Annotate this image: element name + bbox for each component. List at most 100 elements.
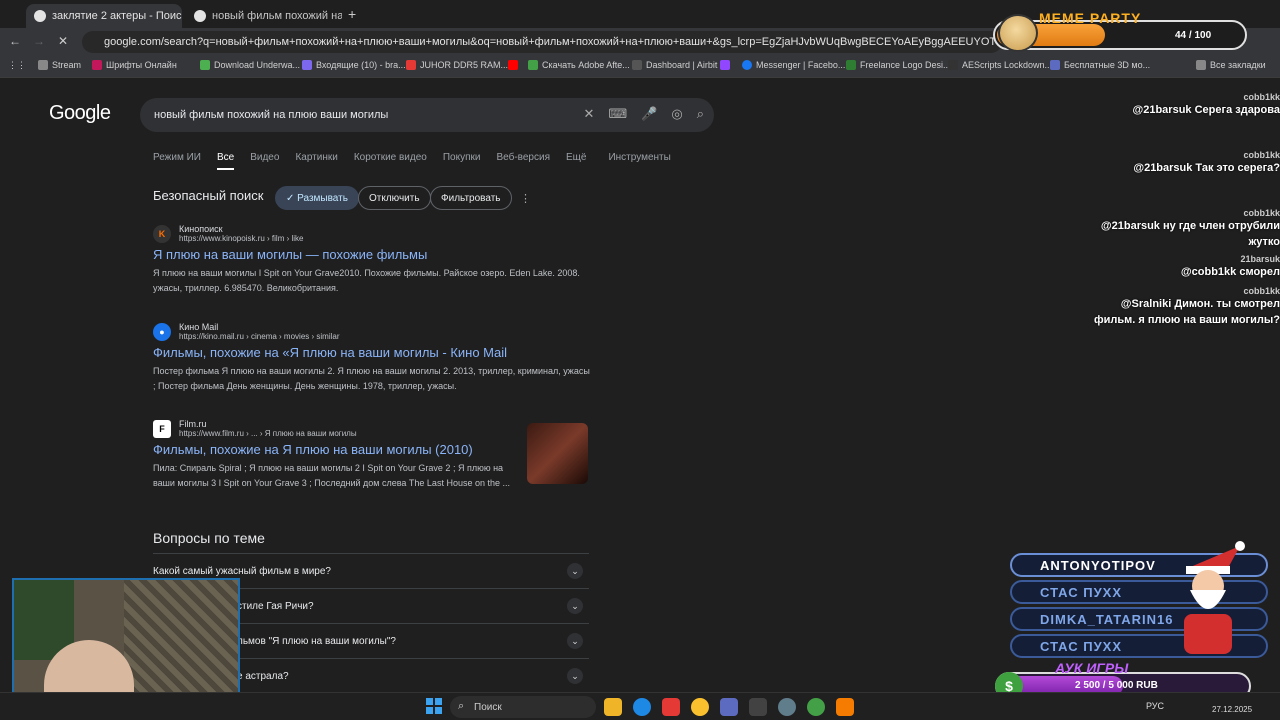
keyboard-icon[interactable]: ⌨	[608, 106, 627, 122]
webcam-background	[124, 580, 238, 706]
address-text: google.com/search?q=новый+фильм+похожий+…	[104, 36, 1002, 48]
film-ru-icon: F	[153, 419, 171, 438]
bookmark-all[interactable]: Все закладки	[1196, 60, 1266, 70]
app-icon[interactable]	[749, 698, 767, 716]
chat-message: @cobb1kk сморел	[1180, 266, 1280, 278]
app-icon[interactable]	[836, 698, 854, 716]
new-tab-button[interactable]: +	[348, 6, 356, 22]
santa-mascot	[1184, 541, 1245, 654]
bookmarks-bar: ⋮⋮ Stream Шрифты Онлайн Download Underwa…	[0, 56, 1280, 78]
twitch-icon	[720, 60, 730, 70]
bookmark-inbox[interactable]: Входящие (10) - bra...	[302, 60, 406, 70]
tab-video[interactable]: Видео	[250, 152, 279, 170]
webcam-feed	[12, 578, 240, 708]
chat-entry: 21barsuk @cobb1kk сморел	[1090, 254, 1280, 280]
tab-all[interactable]: Все	[216, 152, 235, 170]
chevron-down-icon[interactable]: ⌄	[567, 668, 583, 684]
result-thumbnail[interactable]	[527, 423, 588, 484]
result-url[interactable]: https://kino.mail.ru › cinema › movies ›…	[179, 332, 339, 341]
site-icon	[200, 60, 210, 70]
safe-blur-button[interactable]: ✓ Размывать	[275, 186, 359, 210]
chat-user: cobb1kk	[1243, 150, 1280, 160]
bookmark-youtube[interactable]	[508, 60, 518, 70]
tab-short-video[interactable]: Короткие видео	[354, 152, 427, 170]
windows-taskbar: ⌕ Поиск РУС 27.12.2025	[0, 692, 1280, 720]
search-query: новый фильм похожий на плюю ваши могилы	[154, 109, 389, 121]
meme-party-count: 44 / 100	[1175, 30, 1212, 41]
site-icon	[948, 60, 958, 70]
site-icon	[406, 60, 416, 70]
app-icon[interactable]	[807, 698, 825, 716]
chat-entry: cobb1kk @21barsuk ну где член отрубили ж…	[1090, 208, 1280, 250]
google-logo[interactable]: Google	[49, 102, 111, 125]
safe-filter-button[interactable]: Фильтровать	[430, 186, 512, 210]
chat-message: @21barsuk Серега здарова	[1132, 104, 1280, 116]
taskbar-search[interactable]: ⌕ Поиск	[450, 696, 596, 718]
chat-user: cobb1kk	[1243, 208, 1280, 218]
tab-images[interactable]: Картинки	[295, 152, 337, 170]
bookmark-3d[interactable]: Бесплатные 3D мо...	[1050, 60, 1150, 70]
result-url[interactable]: https://www.kinopoisk.ru › film › like	[179, 234, 303, 243]
tab-search-2[interactable]: новый фильм похожий на плю ✕	[186, 4, 342, 28]
bookmark-messenger[interactable]: Messenger | Facebo...	[742, 60, 845, 70]
tab-tools[interactable]: Инструменты	[608, 152, 670, 170]
auction-value: 2 500 / 5 000 RUB	[1075, 680, 1158, 691]
result-snippet: Я плюю на ваши могилы I Spit on Your Gra…	[153, 268, 580, 293]
chat-message: @Sralniki Димон. ты смотрел фильм. я плю…	[1093, 298, 1280, 326]
back-icon[interactable]: ←	[9, 34, 21, 48]
forward-icon[interactable]: →	[33, 34, 45, 48]
taskbar-date[interactable]: 27.12.2025	[1212, 705, 1252, 714]
edge-icon[interactable]	[633, 698, 651, 716]
tab-web[interactable]: Веб-версия	[496, 152, 550, 170]
google-favicon-icon	[34, 10, 46, 22]
chat-entry: cobb1kk @Sralniki Димон. ты смотрел филь…	[1090, 286, 1280, 328]
bookmark-airbit[interactable]: Dashboard | Airbit	[632, 60, 717, 70]
result-url[interactable]: https://www.film.ru › ... › Я плюю на ва…	[179, 429, 357, 438]
result-title[interactable]: Фильмы, похожие на «Я плюю на ваши могил…	[153, 345, 593, 360]
result-title[interactable]: Я плюю на ваши могилы — похожие фильмы	[153, 247, 593, 262]
tab-more[interactable]: Ещё	[566, 152, 586, 170]
result-title[interactable]: Фильмы, похожие на Я плюю на ваши могилы…	[153, 442, 523, 457]
bookmark-fonts[interactable]: Шрифты Онлайн	[92, 60, 177, 70]
bookmark-twitch[interactable]	[720, 60, 730, 70]
chevron-down-icon[interactable]: ⌄	[567, 598, 583, 614]
more-options-icon[interactable]: ⋮	[520, 192, 531, 205]
chrome-icon[interactable]	[691, 698, 709, 716]
app-icon[interactable]	[720, 698, 738, 716]
bookmark-aescripts[interactable]: AEScripts Lockdown...	[948, 60, 1052, 70]
apps-icon[interactable]: ⋮⋮	[8, 60, 26, 71]
windows-start-icon[interactable]	[426, 698, 442, 714]
address-bar[interactable]: google.com/search?q=новый+фильм+похожий+…	[82, 31, 1002, 53]
microphone-icon[interactable]: 🎤	[641, 106, 657, 122]
tab-shopping[interactable]: Покупки	[443, 152, 481, 170]
chat-message: @21barsuk ну где член отрубили жутко	[1100, 220, 1280, 248]
safe-off-button[interactable]: Отключить	[358, 186, 431, 210]
doge-avatar	[998, 14, 1038, 52]
lens-icon[interactable]: ◎	[671, 106, 682, 122]
chat-entry: cobb1kk @21barsuk Так это серега?	[1090, 150, 1280, 176]
tab-search-1[interactable]: заклятие 2 актеры - Поиск в G ✕	[26, 4, 182, 28]
tab-ai-mode[interactable]: Режим ИИ	[153, 152, 201, 170]
bookmark-juhor[interactable]: JUHOR DDR5 RAM...	[406, 60, 508, 70]
site-icon	[846, 60, 856, 70]
search-input[interactable]: новый фильм похожий на плюю ваши могилы …	[140, 98, 714, 132]
chat-user: cobb1kk	[1243, 92, 1280, 102]
site-icon	[1050, 60, 1060, 70]
chevron-down-icon[interactable]: ⌄	[567, 563, 583, 579]
search-result: F Film.ru https://www.film.ru › ... › Я …	[153, 419, 523, 491]
stop-icon[interactable]: ✕	[58, 34, 68, 48]
bookmark-freelance[interactable]: Freelance Logo Desi...	[846, 60, 951, 70]
chevron-down-icon[interactable]: ⌄	[567, 633, 583, 649]
yandex-icon[interactable]	[662, 698, 680, 716]
folder-icon	[38, 60, 48, 70]
bookmark-download[interactable]: Download Underwa...	[200, 60, 300, 70]
file-explorer-icon[interactable]	[604, 698, 622, 716]
folder-icon	[1196, 60, 1206, 70]
bookmark-stream[interactable]: Stream	[38, 60, 81, 70]
app-icon[interactable]	[778, 698, 796, 716]
chat-user: cobb1kk	[1243, 286, 1280, 296]
clear-icon[interactable]: ✕	[584, 106, 595, 122]
language-indicator[interactable]: РУС	[1146, 701, 1164, 711]
bookmark-adobe[interactable]: Скачать Adobe Afte...	[528, 60, 630, 70]
search-icon[interactable]: ⌕	[697, 106, 704, 122]
